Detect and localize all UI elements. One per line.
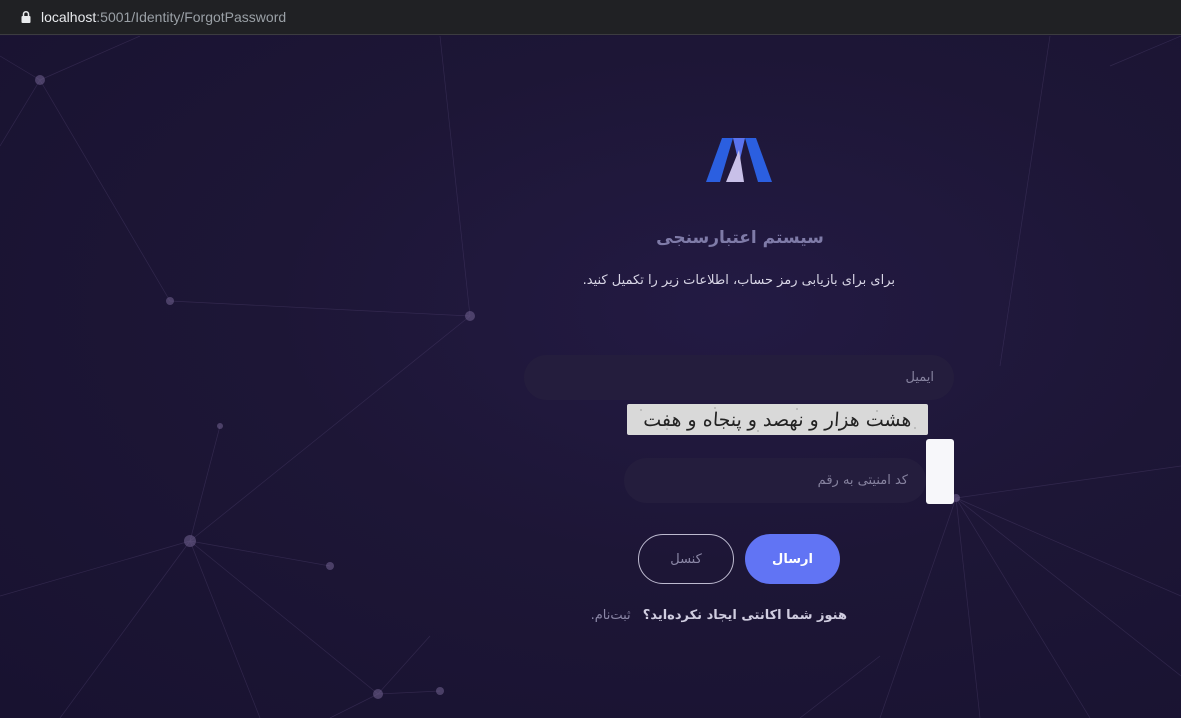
page-title: سیستم اعتبارسنجی [656, 228, 824, 248]
page-content: سیستم اعتبارسنجی برای برای بازیابی رمز ح… [0, 36, 1181, 718]
signup-prompt: هنوز شما اکانتی ایجاد نکرده‌اید؟ ثبت‌نام… [560, 608, 847, 623]
url-host: localhost [41, 9, 97, 25]
url-path: :5001/Identity/ForgotPassword [96, 9, 287, 25]
email-input[interactable] [524, 355, 954, 400]
submit-button[interactable]: ارسال [745, 534, 840, 584]
page-subtitle: برای برای بازیابی رمز حساب، اطلاعات زیر … [582, 273, 895, 288]
cancel-button[interactable]: کنسل [638, 534, 734, 584]
brand-logo [706, 138, 772, 182]
captcha-text: هشت هزار و نهصد و پنجاه و هفت [642, 408, 913, 431]
captcha-refresh-icon[interactable] [926, 439, 954, 504]
browser-address-bar[interactable]: localhost:5001/Identity/ForgotPassword [0, 0, 1181, 35]
signup-link[interactable]: ثبت‌نام. [591, 608, 631, 623]
captcha-image: هشت هزار و نهصد و پنجاه و هفت [627, 404, 928, 435]
url-text[interactable]: localhost:5001/Identity/ForgotPassword [41, 9, 286, 25]
lock-icon [21, 10, 31, 23]
signup-question: هنوز شما اکانتی ایجاد نکرده‌اید؟ [642, 608, 847, 623]
security-code-input[interactable] [624, 458, 926, 503]
